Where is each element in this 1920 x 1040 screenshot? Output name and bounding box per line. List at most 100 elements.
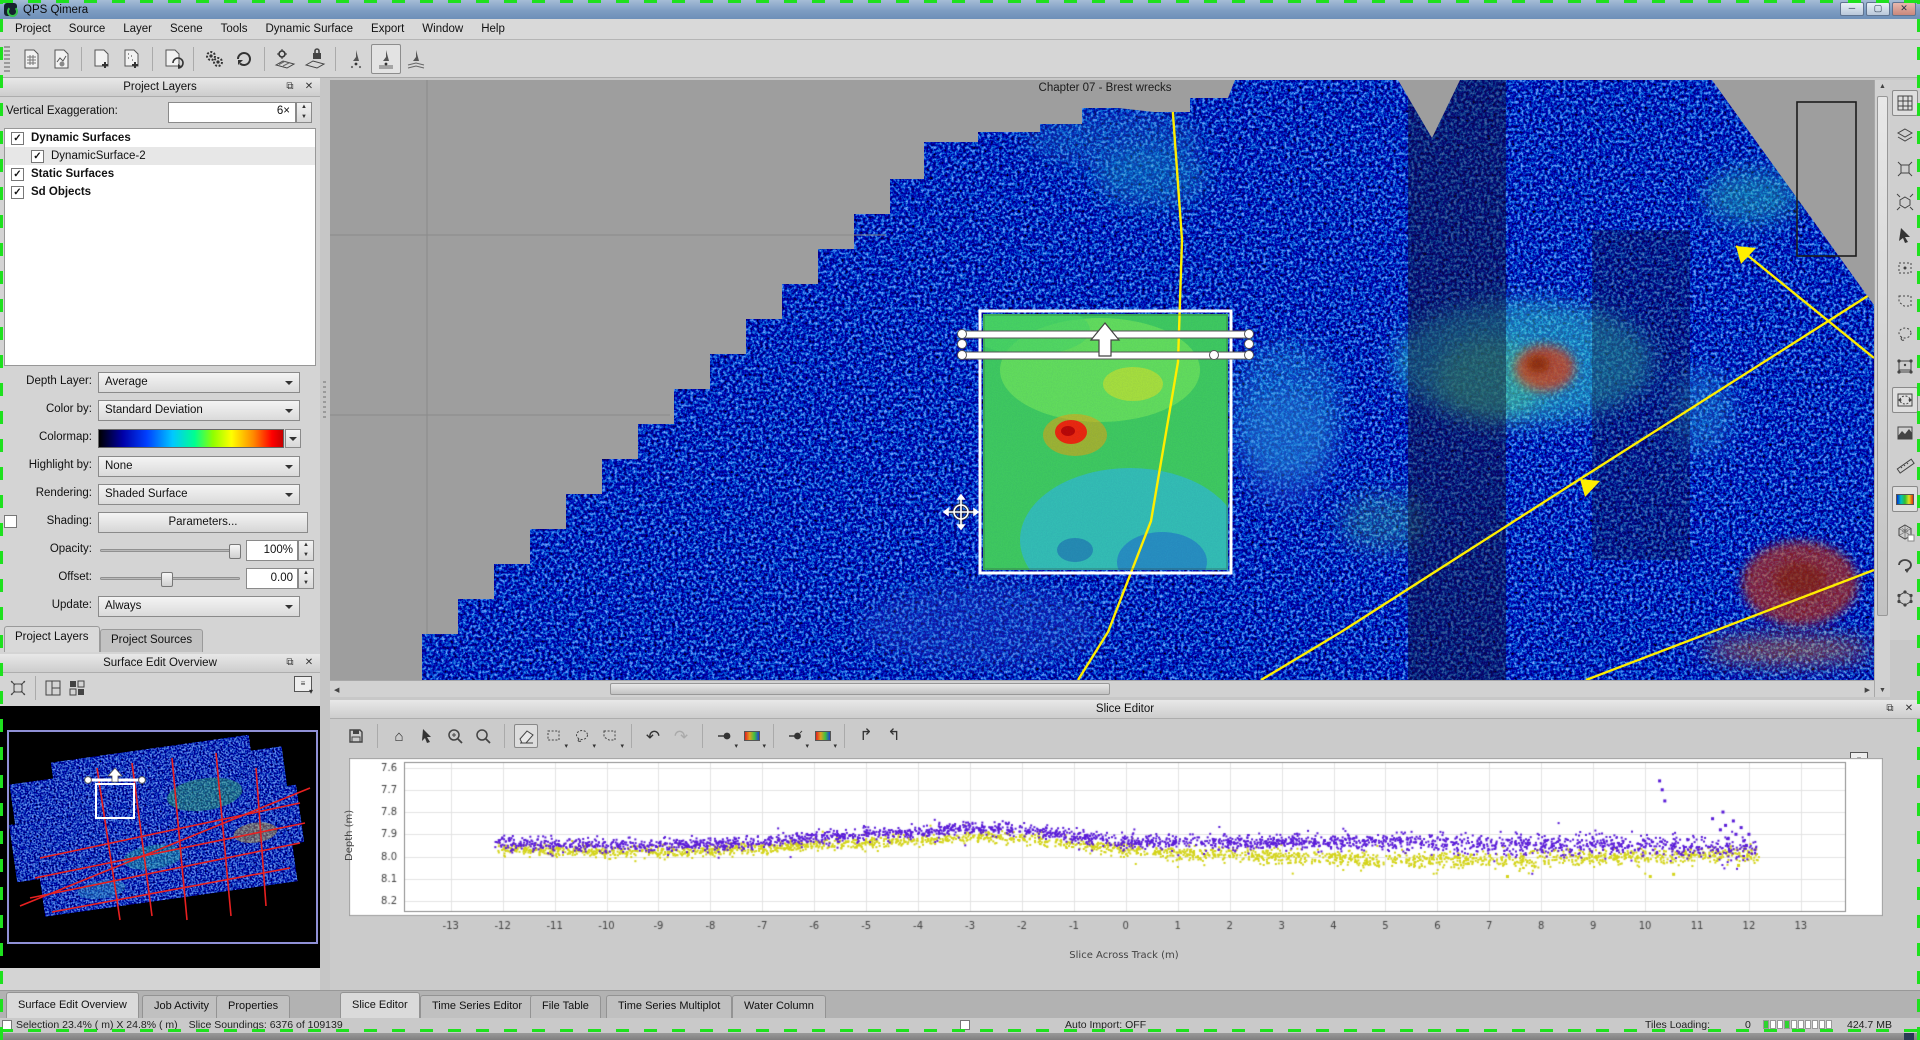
menu-dynamic-surface[interactable]: Dynamic Surface (256, 21, 362, 37)
doc-surface-icon[interactable] (46, 44, 76, 74)
close-button[interactable]: ✕ (1892, 2, 1916, 16)
home-icon[interactable]: ⌂ (387, 724, 411, 748)
box-select-icon[interactable] (1892, 354, 1918, 380)
polygon-select-icon[interactable] (1892, 288, 1918, 314)
offset-value[interactable]: 0.00 (246, 568, 298, 589)
toolbar-grip[interactable] (4, 46, 10, 72)
accept-soundings-icon[interactable] (712, 724, 736, 748)
save-icon[interactable] (344, 724, 368, 748)
close-panel-icon[interactable]: ✕ (302, 656, 316, 670)
zoom-extents-icon[interactable] (6, 676, 30, 700)
horizontal-scrollbar[interactable]: ◀▶ (330, 680, 1874, 697)
rendering-dropdown[interactable]: Shaded Surface (98, 484, 300, 505)
maximize-button[interactable]: ▢ (1866, 2, 1890, 16)
vertical-exaggeration-input[interactable]: 6× (168, 102, 296, 123)
tab-surface-edit-overview[interactable]: Surface Edit Overview (6, 992, 139, 1019)
pointer-icon[interactable] (415, 724, 439, 748)
rotate-icon[interactable] (1892, 552, 1918, 578)
plumb-swath-icon[interactable] (401, 44, 431, 74)
surface-day-icon[interactable] (270, 44, 300, 74)
float-panel-icon[interactable]: ⧉ (283, 80, 297, 94)
plumb-slice-icon[interactable] (371, 44, 401, 74)
update-dropdown[interactable]: Always (98, 596, 300, 617)
menu-help[interactable]: Help (472, 21, 514, 37)
lasso-select-icon[interactable] (570, 724, 594, 748)
depth-layer-dropdown[interactable]: Average (98, 372, 300, 393)
tab-project-sources[interactable]: Project Sources (100, 629, 203, 652)
grid-view-icon[interactable] (1892, 90, 1918, 116)
colormap-dropdown-button[interactable] (285, 429, 301, 448)
tab-job-activity[interactable]: Job Activity (142, 995, 221, 1019)
refresh-icon[interactable] (229, 44, 259, 74)
doc-grid-icon[interactable] (16, 44, 46, 74)
zoom-in-icon[interactable] (443, 724, 467, 748)
offset-stepper[interactable]: ▲▼ (298, 568, 314, 589)
shading-parameters-button[interactable]: Parameters... (98, 512, 308, 533)
zoom-extents-2d-icon[interactable] (1892, 156, 1918, 182)
tab-project-layers[interactable]: Project Layers (4, 626, 100, 652)
tree-item-dynamic-surfaces[interactable]: ✓ Dynamic Surfaces (5, 129, 315, 147)
mesh-icon[interactable] (1892, 519, 1918, 545)
zoom-extents-3d-icon[interactable] (1892, 189, 1918, 215)
tile-layout-icon[interactable] (65, 676, 89, 700)
tab-time-series-editor[interactable]: Time Series Editor (420, 995, 534, 1019)
opacity-slider[interactable] (100, 549, 240, 552)
layers-icon[interactable] (1892, 123, 1918, 149)
float-panel-icon[interactable]: ⧉ (283, 656, 297, 670)
tab-file-table[interactable]: File Table (530, 995, 601, 1019)
offset-slider[interactable] (100, 577, 240, 580)
opacity-stepper[interactable]: ▲▼ (298, 540, 314, 561)
menu-window[interactable]: Window (413, 21, 472, 37)
colormap-a-icon[interactable] (740, 724, 764, 748)
overview-thumbnail[interactable] (0, 706, 320, 968)
profile-icon[interactable] (1892, 420, 1918, 446)
menu-project[interactable]: Project (6, 21, 60, 37)
tab-water-column[interactable]: Water Column (732, 995, 826, 1019)
pointer-icon[interactable] (1892, 222, 1918, 248)
tree-item-static-surfaces[interactable]: ✓ Static Surfaces (5, 165, 315, 183)
polygon-select-icon[interactable] (598, 724, 622, 748)
menu-layer[interactable]: Layer (114, 21, 161, 37)
highlight-by-dropdown[interactable]: None (98, 456, 300, 477)
float-panel-icon[interactable]: ⧉ (1883, 702, 1897, 716)
gears-icon[interactable] (199, 44, 229, 74)
surface-lock-icon[interactable] (300, 44, 330, 74)
ruler-icon[interactable] (1892, 453, 1918, 479)
tab-time-series-multiplot[interactable]: Time Series Multiplot (606, 995, 732, 1019)
plumb-point-icon[interactable] (341, 44, 371, 74)
slice-plot-canvas[interactable] (349, 758, 1883, 968)
opacity-value[interactable]: 100% (246, 540, 298, 561)
doc-reload-icon[interactable] (158, 44, 188, 74)
redo-icon[interactable]: ↷ (669, 724, 693, 748)
menu-tools[interactable]: Tools (212, 21, 257, 37)
lasso-select-icon[interactable] (1892, 321, 1918, 347)
color-by-dropdown[interactable]: Standard Deviation (98, 400, 300, 421)
doc-add-icon[interactable] (87, 44, 117, 74)
colormap-preview[interactable] (98, 429, 284, 448)
tab-slice-editor[interactable]: Slice Editor (340, 992, 420, 1019)
tab-properties[interactable]: Properties (216, 995, 290, 1019)
flag-forward-icon[interactable]: ↱ (854, 724, 878, 748)
colormap-b-icon[interactable] (811, 724, 835, 748)
flag-back-icon[interactable]: ↰ (882, 724, 906, 748)
close-panel-icon[interactable]: ✕ (1902, 702, 1916, 716)
dock-splitter[interactable] (320, 78, 330, 992)
rect-select-icon[interactable] (542, 724, 566, 748)
doc-xyz-add-icon[interactable] (117, 44, 147, 74)
minimize-button[interactable]: ─ (1840, 2, 1864, 16)
close-panel-icon[interactable]: ✕ (302, 80, 316, 94)
window-layout-icon[interactable] (41, 676, 65, 700)
menu-source[interactable]: Source (60, 21, 114, 37)
vertical-scrollbar[interactable]: ▲▼ (1874, 80, 1890, 697)
panel-menu-icon[interactable]: ≡ (294, 676, 312, 692)
checkbox-checked-icon[interactable]: ✓ (11, 186, 24, 199)
tree-item-dynamicsurface-2[interactable]: ✓ DynamicSurface-2 (5, 147, 315, 165)
undo-icon[interactable]: ↶ (641, 724, 665, 748)
tree-item-sd-objects[interactable]: ✓ Sd Objects (5, 183, 315, 201)
menu-export[interactable]: Export (362, 21, 413, 37)
reject-soundings-icon[interactable] (783, 724, 807, 748)
eraser-icon[interactable] (514, 724, 538, 748)
checkbox-checked-icon[interactable]: ✓ (11, 168, 24, 181)
colormap-icon[interactable] (1892, 486, 1918, 512)
shading-checkbox[interactable] (4, 515, 17, 528)
